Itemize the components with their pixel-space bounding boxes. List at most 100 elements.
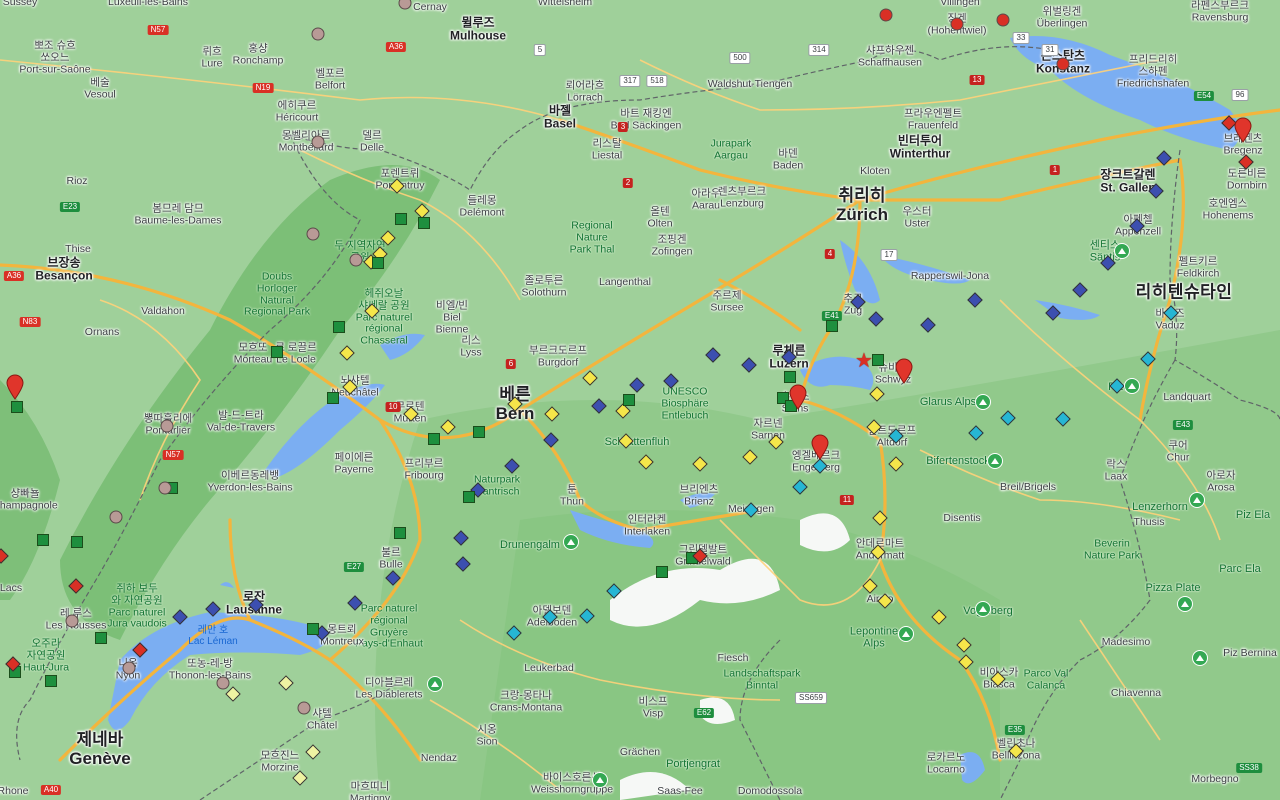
map-label-l59[interactable]: Valdahon: [141, 305, 185, 318]
map-label-l71[interactable]: UNESCO Biosphäre Entlebuch: [661, 386, 708, 421]
map-label-l103[interactable]: Beverin Nature Park: [1084, 537, 1140, 562]
mountain-peak-icon[interactable]: [427, 676, 443, 692]
map-label-l20[interactable]: 베술 Vesoul: [84, 76, 116, 101]
circle-marker[interactable]: [109, 510, 123, 524]
map-label-l31[interactable]: 도른비른 Dornbirn: [1227, 167, 1267, 192]
map-label-l55[interactable]: 리히텐슈타인: [1136, 282, 1233, 301]
location-pin-icon[interactable]: [6, 374, 24, 400]
map-label-l137[interactable]: Nendaz: [421, 752, 457, 765]
circle-marker[interactable]: [158, 481, 172, 495]
map-label-l38[interactable]: 렌츠부르크 Lenzburg: [718, 185, 766, 210]
map-label-l29[interactable]: 빈터투어 Winterthur: [890, 134, 951, 162]
square-marker[interactable]: [418, 217, 430, 229]
map-label-l109[interactable]: 쥐하 보두 와 자연공원 Parc naturel Jura vaudois: [107, 583, 167, 631]
map-label-l122[interactable]: Piz Bernina: [1223, 647, 1277, 660]
mountain-peak-icon[interactable]: [1177, 596, 1193, 612]
map-label-l37[interactable]: 올텐 Olten: [647, 205, 672, 230]
map-label-l132[interactable]: 비스프 Visp: [639, 695, 668, 720]
map-label-l58[interactable]: 헤쥐오날 샤쎄랄 공원 Parc naturel régional Chasseral: [356, 288, 413, 348]
map-label-l1[interactable]: Sussey: [3, 0, 37, 9]
map-label-l116[interactable]: Parc naturel régional Gruyère Pays-d'Enhaut: [355, 603, 423, 651]
square-marker[interactable]: [11, 401, 23, 413]
square-marker[interactable]: [656, 566, 668, 578]
map-label-l7[interactable]: 뽀조 슈흐 쏘오느 Port-sur-Saône: [19, 40, 90, 75]
map-label-l26[interactable]: Jurapark Aargau: [711, 137, 752, 162]
map-label-l118[interactable]: Madesimo: [1102, 636, 1150, 649]
map-label-l8[interactable]: 뤼흐 Lure: [201, 45, 222, 70]
mountain-peak-icon[interactable]: [1124, 378, 1140, 394]
map-label-l119[interactable]: 레만 호 Lac Léman: [188, 625, 237, 647]
mountain-peak-icon[interactable]: [592, 772, 608, 788]
map-view[interactable]: Sussey Luxeuil-les-Bains Cernay 뮐루즈 Mulhouse…: [0, 0, 1280, 800]
map-label-l144[interactable]: Morbegno: [1191, 773, 1238, 786]
square-marker[interactable]: [71, 536, 83, 548]
square-marker[interactable]: [37, 534, 49, 546]
map-label-l148[interactable]: Rhone: [0, 785, 28, 798]
map-label-l80[interactable]: Schrattenfluh: [605, 436, 670, 448]
square-marker[interactable]: [463, 491, 475, 503]
map-label-l51[interactable]: 졸로투른 Solothurn: [522, 274, 567, 299]
map-label-l60[interactable]: Ornans: [85, 326, 119, 339]
square-marker[interactable]: [307, 623, 319, 635]
circle-marker[interactable]: [311, 135, 325, 149]
map-label-l100[interactable]: Thusis: [1134, 516, 1165, 529]
map-label-l65[interactable]: 부르크도르프 Burgdorf: [529, 344, 587, 369]
mountain-peak-icon[interactable]: [1192, 650, 1208, 666]
star-marker-icon[interactable]: ★: [855, 351, 873, 371]
map-label-l131[interactable]: 크랑-몽타나 Crans-Montana: [490, 689, 562, 714]
map-label-l39[interactable]: Kloten: [860, 165, 890, 178]
map-label-l136[interactable]: 시옹 Sion: [476, 723, 497, 748]
map-label-l17[interactable]: 라펜스부르크 Ravensburg: [1191, 0, 1249, 24]
map-label-l83[interactable]: 쿠어 Chur: [1167, 439, 1190, 464]
map-label-l23[interactable]: 몽벨리아르 Montbéliard: [279, 129, 334, 154]
square-marker[interactable]: [372, 257, 384, 269]
map-label-l98[interactable]: Disentis: [943, 512, 980, 525]
map-label-l2[interactable]: Luxeuil-les-Bains: [108, 0, 188, 9]
map-label-l79[interactable]: Landquart: [1163, 391, 1210, 404]
map-label-l145[interactable]: Saas-Fee: [657, 785, 703, 798]
map-label-l64[interactable]: 리스 Lyss: [460, 334, 481, 359]
map-label-l19[interactable]: 프리드리히 스하펜 Friedrichshafen: [1117, 54, 1189, 89]
map-label-l78[interactable]: Glarus Alps: [920, 396, 976, 408]
circle-marker[interactable]: [160, 419, 174, 433]
map-label-l108[interactable]: Lacs: [0, 582, 22, 595]
mountain-peak-icon[interactable]: [563, 534, 579, 550]
map-label-l138[interactable]: Grächen: [620, 746, 660, 759]
mountain-peak-icon[interactable]: [987, 453, 1003, 469]
map-label-l54[interactable]: 펠트키르 Feldkirch: [1177, 255, 1220, 280]
map-label-l66[interactable]: 모흐또 Morteau: [234, 341, 273, 366]
map-label-l121[interactable]: 오주라 자연공원 Haut-Jura: [23, 638, 69, 673]
map-label-l36[interactable]: 아라우 Aarau: [692, 187, 721, 212]
map-label-l84[interactable]: 페이에른 Payerne: [334, 451, 373, 476]
map-label-l99[interactable]: Lenzerhorn: [1132, 501, 1188, 513]
circle-marker[interactable]: [297, 701, 311, 715]
square-marker[interactable]: [333, 321, 345, 333]
map-label-l14[interactable]: 샤프하우젠 Schaffhausen: [858, 44, 922, 69]
map-label-l10[interactable]: 뢰어라흐 Lörrach: [566, 79, 605, 104]
map-label-l90[interactable]: 이베르동레뱅 Yverdon-les-Bains: [207, 469, 292, 494]
map-label-l48[interactable]: 브장송 Besançon: [35, 256, 92, 284]
map-label-l9[interactable]: 홍샹 Ronchamp: [233, 42, 284, 67]
map-label-l33[interactable]: 봄므레 담므 Baume-les-Dames: [135, 202, 222, 227]
square-marker[interactable]: [826, 320, 838, 332]
map-label-l3[interactable]: Cernay: [413, 1, 447, 14]
map-label-l107[interactable]: Parc Ela: [1219, 563, 1261, 575]
square-marker[interactable]: [95, 632, 107, 644]
map-label-l35[interactable]: 들레몽 Delémont: [460, 194, 505, 219]
map-label-l13[interactable]: Waldshut-Tiengen: [708, 78, 792, 91]
map-label-l129[interactable]: Chiavenna: [1111, 687, 1161, 700]
square-marker[interactable]: [784, 371, 796, 383]
square-marker[interactable]: [45, 675, 57, 687]
map-label-l5[interactable]: Wittelsheim: [538, 0, 592, 9]
map-label-l147[interactable]: 마흐띠니 Martigny: [350, 780, 390, 800]
map-label-l6[interactable]: Villingen: [940, 0, 980, 9]
circle-marker[interactable]: [349, 253, 363, 267]
square-marker[interactable]: [473, 426, 485, 438]
map-label-l76[interactable]: 발-드-트라 Val-de-Travers: [207, 409, 275, 434]
mountain-peak-icon[interactable]: [1189, 492, 1205, 508]
map-label-l95[interactable]: 샹빠뇰Champagnole: [0, 487, 58, 512]
location-pin-icon[interactable]: [895, 358, 913, 384]
map-label-l52[interactable]: Rapperswil-Jona: [911, 270, 989, 283]
location-pin-icon[interactable]: [811, 434, 829, 460]
map-label-l56[interactable]: Langenthal: [599, 276, 651, 289]
